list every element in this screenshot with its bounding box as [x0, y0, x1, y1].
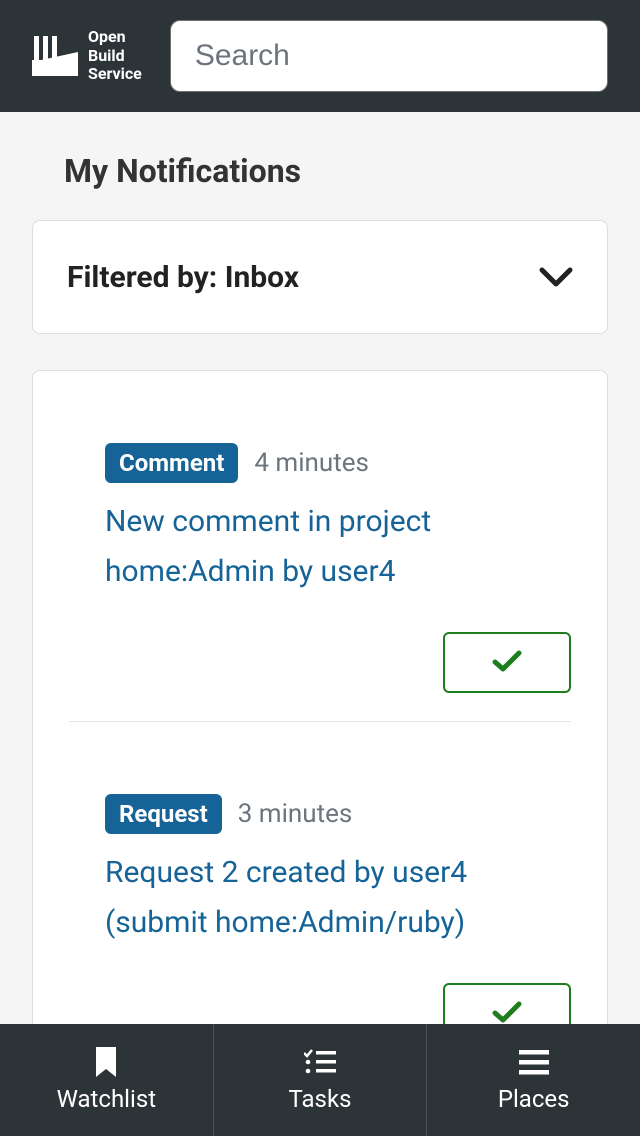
- notification-link[interactable]: Request 2 created by user4 (submit home:…: [105, 848, 571, 947]
- menu-icon: [519, 1047, 549, 1077]
- mark-read-button[interactable]: [443, 632, 571, 693]
- notification-meta: Comment 4 minutes: [105, 443, 571, 483]
- notification-meta: Request 3 minutes: [105, 794, 571, 834]
- notification-item: Request 3 minutes Request 2 created by u…: [69, 721, 571, 1072]
- factory-icon: [32, 36, 78, 76]
- notification-link[interactable]: New comment in project home:Admin by use…: [105, 497, 571, 596]
- notification-badge: Comment: [105, 443, 238, 483]
- notification-badge: Request: [105, 794, 222, 834]
- nav-label: Watchlist: [57, 1085, 157, 1113]
- logo-text: Open Build Service: [88, 28, 142, 83]
- notification-list: Comment 4 minutes New comment in project…: [32, 370, 608, 1073]
- check-icon: [492, 1001, 522, 1026]
- page-title: My Notifications: [0, 112, 640, 220]
- bottom-nav: Watchlist Tasks Places: [0, 1024, 640, 1136]
- filter-dropdown[interactable]: Filtered by: Inbox: [32, 220, 608, 334]
- nav-tasks[interactable]: Tasks: [213, 1024, 427, 1136]
- bookmark-icon: [94, 1047, 118, 1077]
- search-wrap: [170, 20, 608, 92]
- notification-time: 3 minutes: [238, 799, 353, 829]
- app-header: Open Build Service: [0, 0, 640, 112]
- notification-actions: [105, 632, 571, 693]
- nav-watchlist[interactable]: Watchlist: [0, 1024, 213, 1136]
- chevron-down-icon: [539, 267, 573, 287]
- check-icon: [492, 650, 522, 675]
- notification-time: 4 minutes: [254, 448, 369, 478]
- list-check-icon: [304, 1047, 336, 1077]
- nav-places[interactable]: Places: [426, 1024, 640, 1136]
- logo[interactable]: Open Build Service: [32, 28, 142, 83]
- notification-item: Comment 4 minutes New comment in project…: [69, 371, 571, 721]
- nav-label: Tasks: [289, 1085, 352, 1113]
- nav-label: Places: [498, 1085, 570, 1113]
- search-input[interactable]: [170, 20, 608, 92]
- filter-label: Filtered by: Inbox: [67, 260, 299, 295]
